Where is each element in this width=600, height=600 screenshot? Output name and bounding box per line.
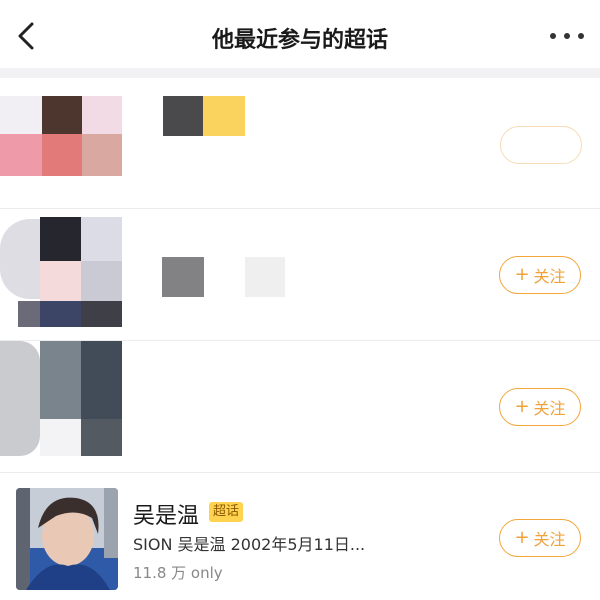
list-item[interactable]: + 关注 xyxy=(0,209,600,339)
avatar-image xyxy=(16,488,118,590)
list-item[interactable] xyxy=(0,78,600,208)
plus-icon: + xyxy=(514,396,530,417)
page-title: 他最近参与的超话 xyxy=(211,28,388,53)
header-separator xyxy=(0,68,600,78)
ellipsis-icon xyxy=(550,33,556,39)
blurred-title-block xyxy=(162,257,204,297)
follow-button[interactable]: + 关注 xyxy=(499,519,581,557)
topic-stats: 11.8 万 only xyxy=(133,564,223,582)
avatar[interactable] xyxy=(16,488,118,590)
blurred-thumbnail xyxy=(0,209,125,334)
navigation-bar: 他最近参与的超话 xyxy=(0,0,600,72)
blurred-badge-block xyxy=(203,96,245,136)
supertopic-badge: 超话 xyxy=(209,502,244,522)
plus-icon: + xyxy=(514,264,530,285)
plus-icon: + xyxy=(514,527,530,548)
blurred-title-block xyxy=(163,96,203,136)
blurred-badge-block xyxy=(245,257,285,297)
topic-name[interactable]: 吴是温 xyxy=(133,498,199,530)
list-item[interactable]: + 关注 xyxy=(0,341,600,471)
more-options-button[interactable] xyxy=(550,26,584,46)
follow-button[interactable]: + 关注 xyxy=(499,388,581,426)
blurred-thumbnail xyxy=(0,78,125,178)
follow-button[interactable]: + 关注 xyxy=(499,256,581,294)
topic-description: SION 吴是温 2002年5月11日... xyxy=(133,535,366,554)
blurred-thumbnail xyxy=(0,341,125,466)
blurred-follow-button[interactable] xyxy=(500,126,582,164)
